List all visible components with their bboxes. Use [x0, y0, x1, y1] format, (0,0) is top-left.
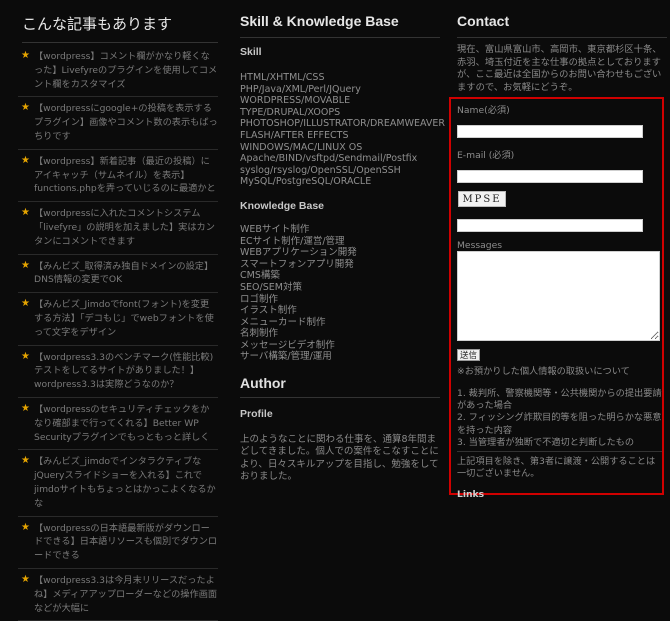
- list-item: Apache/BIND/vsftpd/Sendmail/Postfix: [240, 153, 418, 165]
- name-label: Name(必須): [457, 105, 510, 116]
- article-link[interactable]: 【wordpress】新着記事（最近の投稿）にアイキャッチ（サムネイル）を表示】…: [34, 156, 216, 195]
- article-link[interactable]: 【wordpress】コメント欄がかなり軽くなった】Livefyreのプラグイン…: [34, 51, 217, 90]
- list-item[interactable]: ★ 【みんビズ_取得済み独自ドメインの設定】DNS情報の変更でOK: [18, 255, 218, 294]
- profile-heading: Profile: [240, 408, 273, 421]
- skills-title: Skill & Knowledge Base: [240, 13, 440, 38]
- list-item: WINDOWS/MAC/LINUX OS: [240, 141, 363, 153]
- star-icon: ★: [21, 50, 30, 61]
- email-field[interactable]: [457, 170, 643, 183]
- profile-text: 上のようなことに関わる仕事を、通算8年間まどしてきました。個人での案件をこなすこ…: [240, 434, 439, 483]
- email-label: E-mail (必須): [457, 150, 515, 161]
- privacy-list: 1. 裁判所、警察機関等・公共機関からの提出要請があった場合 2. フィッシング…: [457, 388, 662, 449]
- privacy-note: 上記項目を除き、第3者に譲渡・公開することは一切ございません。: [457, 456, 656, 480]
- article-link[interactable]: 【みんビズ_Jimdoでfont(フォント)を変更する方法】「デコもじ」でweb…: [34, 299, 214, 338]
- list-item[interactable]: ★ 【wordpress】コメント欄がかなり軽くなった】Livefyreのプラグイ…: [18, 45, 218, 98]
- article-link[interactable]: 【wordpress3.3は今月末リリースだったよね】メディアアップローダーなど…: [34, 575, 217, 614]
- list-item[interactable]: ★ 【wordpressにgoogle+の投稿を表示するプラグイン】画像やコメント…: [18, 97, 218, 150]
- list-item[interactable]: ★ 【wordpress3.3のベンチマーク(性能比較)テストをしてるサイトがあり…: [18, 346, 218, 398]
- list-item: イラスト制作: [240, 305, 297, 317]
- article-link[interactable]: 【みんビズ_取得済み独自ドメインの設定】DNS情報の変更でOK: [34, 261, 213, 286]
- star-icon: ★: [21, 298, 30, 310]
- star-icon: ★: [21, 402, 30, 414]
- captcha-input[interactable]: [457, 219, 643, 232]
- list-item: SEO/SEM対策: [240, 281, 302, 293]
- list-item[interactable]: ★ 【wordpress】新着記事（最近の投稿）にアイキャッチ（サムネイル）を表示…: [18, 150, 218, 203]
- star-icon: ★: [21, 102, 30, 114]
- list-item: FLASH/AFTER EFFECTS: [240, 129, 349, 141]
- list-item: スマートフォンアプリ開発: [240, 258, 354, 270]
- list-item: メッセージビデオ制作: [240, 339, 335, 351]
- star-icon: ★: [21, 573, 30, 585]
- skills-column: Skill & Knowledge Base Skill HTML/XHTML/…: [240, 0, 445, 484]
- list-item: PHOTOSHOP/ILLUSTRATOR/DREAMWEAVER: [240, 118, 445, 130]
- list-item: WEBサイト制作: [240, 223, 310, 235]
- list-item: 3. 当管理者が独断で不適切と判断したもの: [457, 436, 635, 448]
- links-title: Links: [457, 489, 485, 500]
- list-item: syslog/rsyslog/OpenSSL/OpenSSH: [240, 164, 401, 176]
- knowledge-base-list: WEBサイト制作 ECサイト制作/運営/管理 WEBアプリケーション開発 スマー…: [240, 224, 440, 363]
- related-articles-title: こんな記事もあります: [22, 13, 218, 43]
- list-item: HTML/XHTML/CSS: [240, 72, 325, 83]
- article-link[interactable]: 【wordpressに入れたコメントシステム「livefyre」の説明を加えまし…: [34, 208, 215, 247]
- name-field[interactable]: [457, 125, 643, 138]
- list-item: WEBアプリケーション開発: [240, 247, 357, 259]
- article-link[interactable]: 【みんビズ_jimdoでインタラクティブなjQueryスライドショーを入れる】こ…: [34, 456, 216, 508]
- article-link[interactable]: 【wordpressにgoogle+の投稿を表示するプラグイン】画像やコメント数…: [34, 103, 218, 142]
- star-icon: ★: [21, 350, 30, 362]
- list-item: CMS構築: [240, 270, 280, 282]
- article-list: ★ 【wordpress】コメント欄がかなり軽くなった】Livefyreのプラグイ…: [18, 45, 218, 621]
- messages-label: Messages: [457, 240, 503, 251]
- list-item: 名刺制作: [240, 328, 279, 340]
- related-articles-column: こんな記事もあります ★ 【wordpress】コメント欄がかなり軽くなった】Li…: [18, 0, 218, 621]
- article-link[interactable]: 【wordpressの日本語最新版がダウンロードできる】日本語リソースも個別でダ…: [34, 523, 217, 562]
- list-item[interactable]: ★ 【wordpressのセキュリティチェックをかなり確部まで行ってくれる】Bet…: [18, 398, 218, 451]
- contact-column: Contact 現在、富山県富山市、高岡市、東京都杉区十条、赤羽、埼玉付近を主な…: [457, 0, 667, 94]
- divider: [457, 451, 662, 452]
- list-item: 2. フィッシング詐欺目的等を阻った明らかな悪意を持った内容: [457, 412, 662, 436]
- list-item[interactable]: ★ 【みんビズ_Jimdoでfont(フォント)を変更する方法】「デコもじ」でwe…: [18, 293, 218, 346]
- captcha-image: MPSE: [458, 191, 506, 207]
- list-item: PHP/Java/XML/Perl/JQuery: [240, 83, 361, 95]
- skill-heading: Skill: [240, 46, 262, 58]
- contact-intro: 現在、富山県富山市、高岡市、東京都杉区十条、赤羽、埼玉付近を主な仕事の拠点として…: [457, 44, 662, 93]
- list-item: ロゴ制作: [240, 293, 279, 305]
- star-icon: ★: [21, 207, 30, 219]
- article-link[interactable]: 【wordpressのセキュリティチェックをかなり確部まで行ってくれる】Bett…: [34, 404, 210, 443]
- star-icon: ★: [21, 259, 30, 271]
- list-item[interactable]: ★ 【みんビズ_jimdoでインタラクティブなjQueryスライドショーを入れる】…: [18, 450, 218, 517]
- star-icon: ★: [21, 455, 30, 467]
- submit-button[interactable]: 送信: [457, 349, 481, 361]
- star-icon: ★: [21, 154, 30, 166]
- skill-list: HTML/XHTML/CSS PHP/Java/XML/Perl/JQuery …: [240, 72, 445, 188]
- star-icon: ★: [21, 521, 30, 533]
- knowledge-base-heading: Knowledge Base: [240, 199, 325, 212]
- contact-title: Contact: [457, 13, 667, 38]
- list-item: サーバ構築/管理/運用: [240, 351, 332, 363]
- list-item: WORDPRESS/MOVABLE: [240, 95, 351, 107]
- article-link[interactable]: 【wordpress3.3のベンチマーク(性能比較)テストをしてるサイトがありま…: [34, 352, 213, 391]
- messages-textarea[interactable]: [457, 251, 660, 341]
- list-item[interactable]: ★ 【wordpressの日本語最新版がダウンロードできる】日本語リソースも個別で…: [18, 517, 218, 569]
- list-item: TYPE/DRUPAL/XOOPS: [240, 106, 341, 118]
- list-item[interactable]: ★ 【wordpress3.3は今月末リリースだったよね】メディアアップローダーな…: [18, 569, 218, 621]
- list-item[interactable]: ★ 【wordpressに入れたコメントシステム「livefyre」の説明を加えま…: [18, 202, 218, 255]
- list-item: 1. 裁判所、警察機関等・公共機関からの提出要請があった場合: [457, 388, 662, 412]
- author-title: Author: [240, 375, 440, 399]
- privacy-title: ※お預かりした個人情報の取扱いについて: [457, 366, 630, 377]
- list-item: メニューカード制作: [240, 316, 326, 328]
- list-item: ECサイト制作/運営/管理: [240, 235, 345, 247]
- list-item: MySQL/PostgreSQL/ORACLE: [240, 176, 372, 188]
